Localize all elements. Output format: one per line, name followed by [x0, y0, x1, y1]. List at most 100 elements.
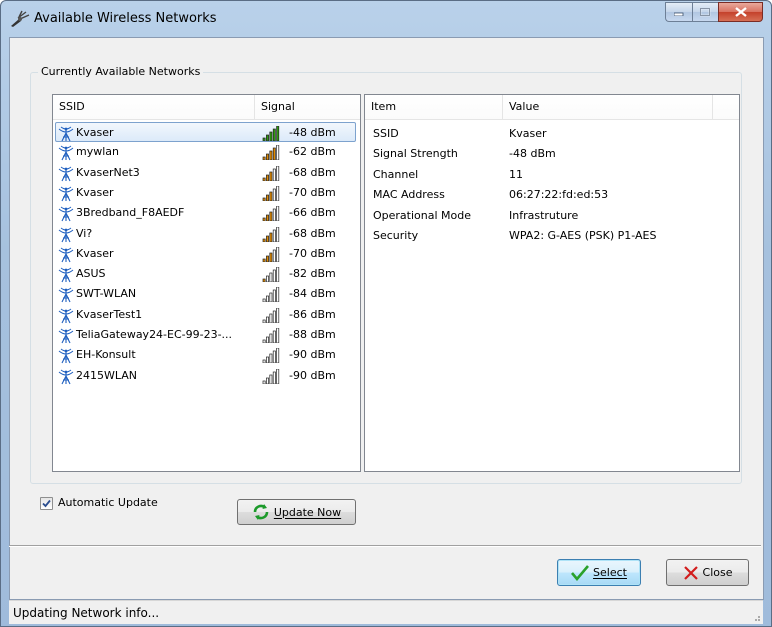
- green-checkmark-icon: [571, 564, 590, 581]
- automatic-update-label[interactable]: Automatic Update: [58, 496, 158, 509]
- network-ssid: Vi?: [76, 226, 93, 240]
- detail-row: Channel 11: [365, 165, 735, 185]
- refresh-icon: [253, 504, 269, 520]
- network-list[interactable]: SSID Signal Kvaser -48 dBm mywlan -62 dBm Kv…: [52, 94, 361, 472]
- network-row[interactable]: Kvaser -70 dBm: [56, 244, 356, 264]
- update-now-button[interactable]: Update Now: [237, 499, 356, 525]
- title-bar[interactable]: Available Wireless Networks: [1, 1, 771, 37]
- wireless-antenna-icon: [58, 145, 74, 161]
- wireless-antenna-icon: [58, 126, 74, 142]
- column-header-item[interactable]: Item: [365, 95, 503, 119]
- groupbox-label: Currently Available Networks: [38, 65, 204, 78]
- automatic-update-checkbox[interactable]: [40, 497, 53, 510]
- footer-separator: [9, 545, 761, 547]
- signal-strength-icon: [262, 226, 280, 242]
- close-x-icon: [734, 7, 747, 17]
- column-header-value[interactable]: Value: [503, 95, 713, 119]
- network-ssid: SWT-WLAN: [76, 287, 137, 301]
- wireless-antenna-icon: [58, 348, 74, 364]
- signal-strength-icon: [262, 126, 280, 141]
- network-row[interactable]: SWT-WLAN -84 dBm: [56, 284, 356, 304]
- signal-strength-icon: [262, 267, 280, 283]
- wireless-antenna-icon: [58, 328, 74, 344]
- signal-strength-icon: [262, 307, 280, 323]
- network-signal: -82 dBm: [289, 267, 336, 281]
- column-header-ssid[interactable]: SSID: [53, 95, 255, 119]
- select-button[interactable]: Select: [557, 559, 641, 586]
- maximize-icon: [700, 7, 711, 16]
- close-window-button[interactable]: [718, 2, 763, 22]
- signal-strength-icon: [262, 246, 280, 262]
- signal-strength-icon: [262, 328, 280, 343]
- network-ssid: Kvaser: [76, 246, 114, 260]
- network-signal: -62 dBm: [289, 145, 336, 159]
- signal-strength-icon: [262, 165, 280, 181]
- detail-item: Channel: [373, 167, 419, 181]
- network-row[interactable]: EH-Konsult -90 dBm: [56, 345, 356, 365]
- signal-strength-icon: [262, 348, 280, 364]
- close-button[interactable]: Close: [666, 559, 749, 586]
- detail-item: SSID: [373, 127, 399, 140]
- network-signal: -90 dBm: [289, 348, 336, 362]
- wireless-antenna-icon: [58, 369, 74, 384]
- window-title: Available Wireless Networks: [34, 11, 217, 26]
- network-ssid: 3Bredband_F8AEDF: [76, 206, 185, 220]
- detail-value: -48 dBm: [509, 147, 556, 161]
- network-row[interactable]: 3Bredband_F8AEDF -66 dBm: [56, 203, 356, 223]
- wireless-antenna-icon: [58, 247, 74, 263]
- network-ssid: Kvaser: [76, 126, 114, 139]
- network-row[interactable]: KvaserTest1 -86 dBm: [56, 305, 356, 325]
- select-label: Select: [593, 566, 627, 579]
- detail-row: SSID Kvaser: [365, 124, 735, 144]
- detail-row: MAC Address 06:27:22:fd:ed:53: [365, 185, 735, 205]
- checkmark-icon: [42, 499, 51, 508]
- detail-value: 11: [509, 167, 523, 181]
- network-signal: -70 dBm: [289, 246, 336, 260]
- signal-strength-icon: [262, 206, 280, 222]
- wireless-antenna-icon: [58, 308, 74, 323]
- wireless-antenna-icon: [58, 206, 74, 222]
- network-row[interactable]: TeliaGateway24-EC-99-23-... -88 dBm: [56, 325, 356, 345]
- detail-value: Infrastruture: [509, 208, 579, 222]
- network-row[interactable]: 2415WLAN -90 dBm: [56, 366, 356, 386]
- caption-buttons: [665, 2, 763, 22]
- network-signal: -48 dBm: [289, 126, 336, 139]
- detail-row: Signal Strength -48 dBm: [365, 144, 735, 164]
- network-row[interactable]: ASUS -82 dBm: [56, 264, 356, 284]
- signal-strength-icon: [262, 185, 280, 201]
- red-x-icon: [683, 565, 698, 580]
- signal-strength-icon: [262, 368, 280, 384]
- wireless-antenna-icon: [58, 267, 74, 283]
- network-row[interactable]: Kvaser -70 dBm: [56, 183, 356, 203]
- detail-item: Signal Strength: [373, 147, 458, 161]
- maximize-button[interactable]: [692, 2, 718, 22]
- network-ssid: Kvaser: [76, 185, 114, 199]
- close-label: Close: [702, 566, 733, 579]
- network-ssid: ASUS: [76, 267, 106, 281]
- network-row[interactable]: mywlan -62 dBm: [56, 142, 356, 162]
- network-details[interactable]: Item Value SSID Kvaser Signal Strength -48 …: [364, 94, 740, 472]
- network-signal: -90 dBm: [289, 368, 336, 382]
- network-signal: -66 dBm: [289, 206, 336, 220]
- network-signal: -84 dBm: [289, 287, 336, 301]
- network-row[interactable]: KvaserNet3 -68 dBm: [56, 163, 356, 183]
- column-header-signal[interactable]: Signal: [255, 95, 360, 119]
- network-row[interactable]: Vi? -68 dBm: [56, 224, 356, 244]
- resize-grip-icon[interactable]: [751, 612, 761, 622]
- wireless-antenna-icon: [58, 166, 74, 181]
- minimize-button[interactable]: [665, 2, 692, 22]
- network-ssid: 2415WLAN: [76, 368, 138, 382]
- wireless-app-icon: [11, 10, 30, 27]
- detail-value: Kvaser: [509, 127, 547, 140]
- wireless-antenna-icon: [58, 186, 74, 202]
- status-bar: Updating Network info...: [9, 600, 763, 624]
- network-signal: -68 dBm: [289, 226, 336, 240]
- network-ssid: KvaserTest1: [76, 307, 143, 321]
- detail-item: MAC Address: [373, 188, 445, 202]
- detail-row: Security WPA2: G-AES (PSK) P1-AES: [365, 226, 735, 246]
- network-row[interactable]: Kvaser -48 dBm: [55, 122, 356, 142]
- update-now-label: Update Now: [273, 505, 342, 519]
- detail-row: Operational Mode Infrastruture: [365, 206, 735, 226]
- status-text: Updating Network info...: [13, 606, 160, 620]
- detail-item: Security: [373, 229, 419, 242]
